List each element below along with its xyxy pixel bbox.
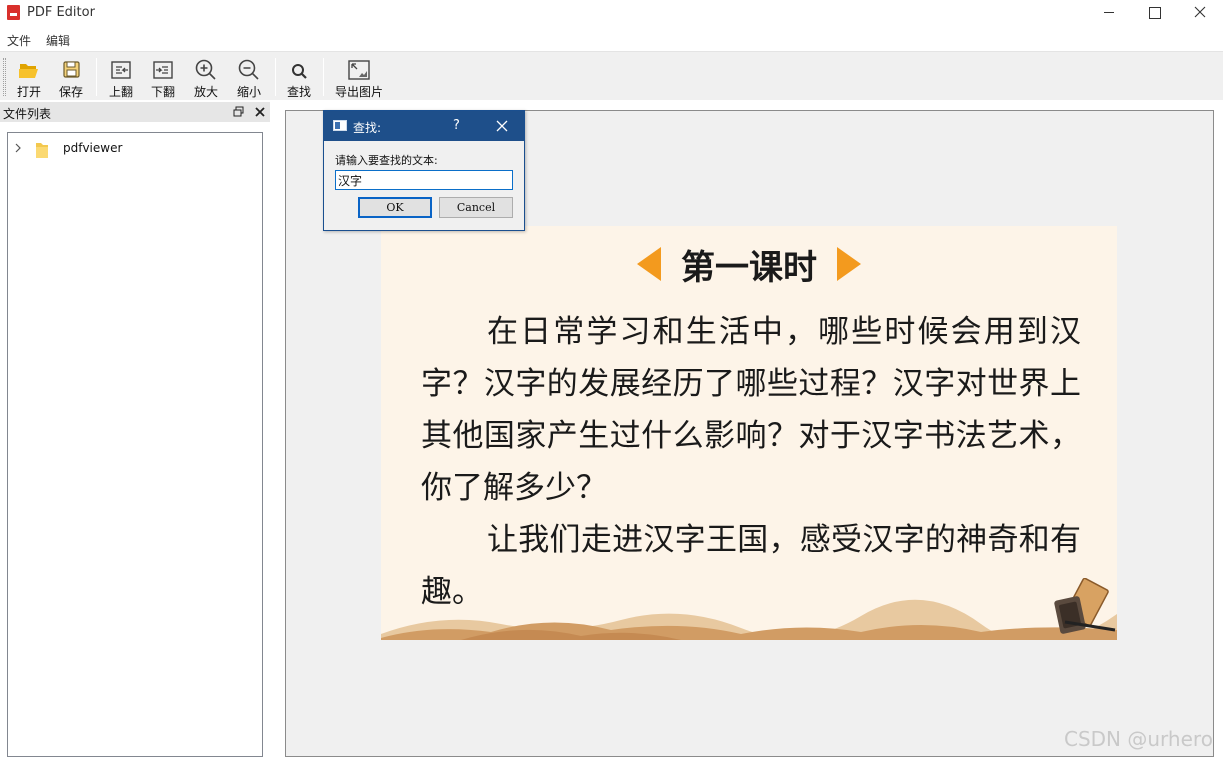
ok-button[interactable]: OK bbox=[358, 197, 432, 218]
pdf-page: 第一课时 在日常学习和生活中，哪些时候会用到汉字？汉字的发展经历了哪些过程？汉字… bbox=[381, 226, 1117, 640]
arrow-right-icon bbox=[837, 247, 861, 281]
menu-edit[interactable]: 编辑 bbox=[46, 32, 70, 49]
export-image-button[interactable]: 导出图片 bbox=[333, 55, 385, 99]
zoom-in-label: 放大 bbox=[193, 85, 218, 99]
minimize-button[interactable] bbox=[1086, 0, 1132, 26]
prev-page-button[interactable]: 上翻 bbox=[105, 55, 137, 99]
toolbar-grip[interactable] bbox=[3, 58, 6, 96]
page-down-icon bbox=[153, 61, 173, 79]
menu-file[interactable]: 文件 bbox=[7, 32, 31, 49]
find-text-input[interactable] bbox=[335, 170, 513, 190]
toolbar: 打开 保存 上翻 下翻 放大 缩小 查找 导出图片 bbox=[0, 51, 1223, 100]
close-window-button[interactable] bbox=[1177, 0, 1223, 26]
toolbar-separator bbox=[323, 58, 324, 96]
menu-bar: 文件 编辑 bbox=[0, 28, 1223, 50]
close-icon bbox=[1194, 6, 1206, 18]
zoom-in-icon bbox=[195, 59, 216, 80]
export-image-icon bbox=[348, 60, 370, 80]
save-label: 保存 bbox=[58, 85, 83, 99]
save-button[interactable]: 保存 bbox=[55, 55, 87, 99]
watermark: CSDN @urhero bbox=[1064, 727, 1213, 751]
chevron-right-icon[interactable] bbox=[14, 143, 22, 153]
page-up-icon bbox=[111, 61, 131, 79]
open-button[interactable]: 打开 bbox=[13, 55, 45, 99]
zoom-in-button[interactable]: 放大 bbox=[190, 55, 222, 99]
prev-page-label: 上翻 bbox=[108, 85, 133, 99]
find-prompt-label: 请输入要查找的文本: bbox=[335, 154, 438, 167]
folder-icon bbox=[36, 143, 48, 158]
toolbar-separator bbox=[96, 58, 97, 96]
mountain-decoration bbox=[381, 599, 1117, 640]
dialog-title-bar[interactable]: 查找: ? bbox=[324, 111, 524, 141]
close-dock-icon[interactable] bbox=[253, 105, 267, 119]
dialog-close-icon[interactable] bbox=[495, 119, 509, 133]
title-bar: PDF Editor bbox=[0, 0, 1223, 26]
document-title: 第一课时 bbox=[681, 248, 817, 288]
pdf-app-icon bbox=[7, 5, 20, 20]
zoom-out-label: 缩小 bbox=[236, 85, 261, 99]
float-dock-icon[interactable] bbox=[232, 105, 246, 119]
save-icon bbox=[63, 61, 80, 78]
open-label: 打开 bbox=[16, 85, 41, 99]
search-icon bbox=[292, 64, 307, 79]
tree-item-pdfviewer[interactable]: pdfviewer bbox=[8, 139, 262, 159]
dialog-window-icon bbox=[333, 120, 347, 131]
file-list-dock-header: 文件列表 bbox=[0, 102, 270, 122]
next-page-button[interactable]: 下翻 bbox=[147, 55, 179, 99]
tree-item-label: pdfviewer bbox=[63, 141, 123, 155]
window-title: PDF Editor bbox=[27, 5, 95, 20]
ink-stone-brush-decoration bbox=[1054, 578, 1116, 634]
dialog-title: 查找: bbox=[353, 121, 382, 135]
dialog-help-button[interactable]: ? bbox=[453, 118, 460, 133]
toolbar-separator bbox=[275, 58, 276, 96]
export-image-label: 导出图片 bbox=[334, 85, 383, 99]
file-tree[interactable]: pdfviewer bbox=[7, 132, 263, 757]
document-body: 在日常学习和生活中，哪些时候会用到汉字？汉字的发展经历了哪些过程？汉字对世界上其… bbox=[421, 306, 1081, 618]
document-paragraph: 在日常学习和生活中，哪些时候会用到汉字？汉字的发展经历了哪些过程？汉字对世界上其… bbox=[421, 314, 1081, 506]
find-button[interactable]: 查找 bbox=[283, 55, 315, 99]
maximize-button[interactable] bbox=[1131, 0, 1177, 26]
next-page-label: 下翻 bbox=[150, 85, 175, 99]
find-dialog: 查找: ? 请输入要查找的文本: OK Cancel bbox=[323, 110, 525, 231]
find-label: 查找 bbox=[286, 85, 311, 99]
folder-open-icon bbox=[19, 64, 38, 78]
zoom-out-icon bbox=[238, 59, 259, 80]
zoom-out-button[interactable]: 缩小 bbox=[233, 55, 265, 99]
cancel-button[interactable]: Cancel bbox=[439, 197, 513, 218]
file-list-title: 文件列表 bbox=[3, 107, 52, 121]
